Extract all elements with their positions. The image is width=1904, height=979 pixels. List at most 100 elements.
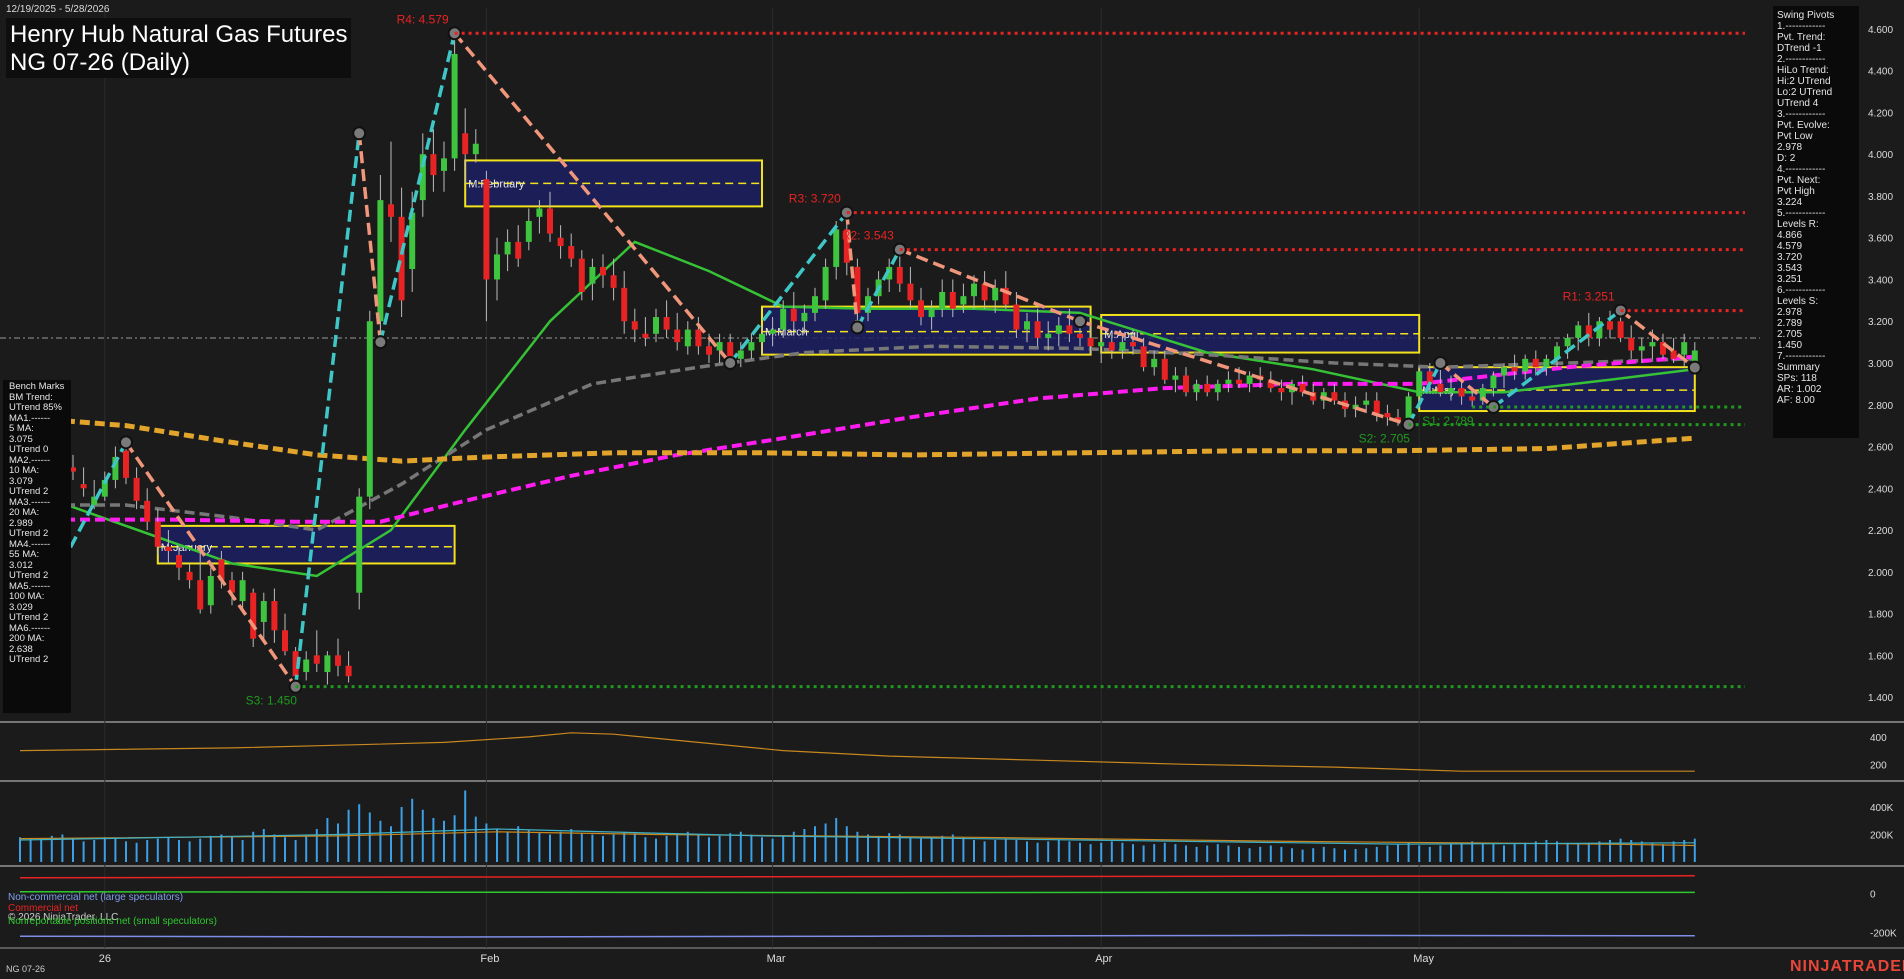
swing-pivots-line: 1.450: [1777, 340, 1803, 351]
candle-body: [663, 317, 670, 330]
swing-pivots-line: 6.------------: [1777, 285, 1826, 296]
candle-body: [366, 321, 373, 497]
candle-body: [812, 296, 818, 313]
bench-marks-line: UTrend 2: [9, 654, 49, 665]
level-label: S1: 2.789: [1422, 414, 1474, 428]
swing-pivots-line: 4.579: [1777, 241, 1803, 252]
candle-body: [133, 477, 140, 501]
candle-body: [1130, 342, 1136, 347]
candle-body: [568, 246, 575, 259]
legend-noncommercial: Non-commercial net (large speculators): [8, 892, 184, 903]
candle-body: [1024, 321, 1030, 330]
swing-pivots-line: 4.866: [1777, 230, 1803, 241]
swing-pivots-line: HiLo Trend:: [1777, 65, 1829, 76]
candle-body: [822, 266, 829, 301]
time-tick-label: 26: [99, 953, 111, 965]
price-tick-label: 3.600: [1868, 234, 1893, 245]
candle-body: [1087, 337, 1094, 347]
candle-body: [176, 555, 182, 568]
candle-body: [1161, 358, 1168, 380]
bench-marks-line: 20 MA:: [9, 507, 40, 518]
bench-marks-line: 5 MA:: [9, 423, 34, 434]
candle-body: [1098, 342, 1105, 347]
panel-tick-label: 400: [1870, 733, 1887, 744]
candle-body: [525, 221, 532, 242]
bench-marks-line: 10 MA:: [9, 465, 40, 476]
price-tick-label: 3.200: [1868, 317, 1893, 328]
candle-body: [1236, 379, 1242, 384]
swing-pivots-line: 7.------------: [1777, 351, 1826, 362]
swing-pivots-line: Lo:2 UTrend: [1777, 87, 1833, 98]
candle-body: [1437, 383, 1444, 393]
candle-body: [1034, 321, 1041, 338]
bench-marks-line: 200 MA:: [9, 633, 45, 644]
candle-body: [250, 592, 257, 639]
candle-body: [1108, 342, 1115, 351]
level-label: R2: 3.543: [842, 229, 894, 243]
swing-line: [293, 133, 361, 687]
swing-line: [378, 32, 457, 343]
swing-pivots-panel: Swing Pivots 1.------------ Pvt. Trend: DTr…: [1773, 6, 1859, 438]
candle-body: [928, 308, 935, 318]
cot-net-line: [19, 934, 1695, 938]
swing-pivots-line: 3.251: [1777, 274, 1803, 285]
candle-body: [1077, 333, 1083, 338]
time-tick-label: Apr: [1095, 953, 1112, 965]
candle-body: [1172, 375, 1179, 380]
month-box-label: M:February: [468, 178, 525, 190]
swing-pivots-line: AR: 1.002: [1777, 384, 1822, 395]
level-label: R3: 3.720: [789, 192, 841, 206]
bench-marks-line: 55 MA:: [9, 549, 40, 560]
bench-marks-line: Bench Marks: [9, 381, 65, 392]
candle-body: [1638, 346, 1645, 351]
candle-body: [1469, 396, 1476, 401]
price-tick-label: 4.600: [1868, 25, 1893, 36]
swing-pivots-line: Pvt. Trend:: [1777, 32, 1826, 43]
candle-body: [992, 287, 999, 301]
swing-pivots-line: Pvt Low: [1777, 131, 1813, 142]
candle-body: [1066, 325, 1073, 334]
candle-body: [303, 659, 310, 673]
chart-title: Henry Hub Natural Gas Futures: [10, 21, 348, 48]
candle-body: [1617, 321, 1624, 338]
price-tick-label: 3.000: [1868, 359, 1893, 370]
candle-body: [1564, 337, 1571, 347]
chart-subtitle: NG 07-26 (Daily): [10, 49, 191, 76]
swing-pivot-dot: [373, 335, 388, 350]
candle-body: [282, 630, 288, 652]
candle-body: [1448, 388, 1454, 393]
swing-pivots-line: AF: 8.00: [1777, 395, 1815, 406]
candle-body: [1045, 333, 1052, 338]
candle-body: [1522, 358, 1529, 372]
bench-marks-line: UTrend 2: [9, 528, 49, 539]
price-tick-label: 1.800: [1868, 610, 1893, 621]
swing-pivots-line: Levels R:: [1777, 219, 1819, 230]
candle-body: [123, 450, 129, 478]
bench-marks-panel: Bench Marks BM Trend: UTrend 85% MA1.------…: [3, 380, 71, 713]
candle-body: [515, 241, 522, 259]
candle-body: [1543, 358, 1550, 368]
candle-body: [1628, 337, 1635, 351]
price-tick-label: 3.800: [1868, 192, 1893, 203]
candle-body: [345, 665, 352, 677]
candle-body: [833, 229, 840, 267]
candle-body: [430, 154, 437, 176]
candle-body: [1575, 325, 1582, 338]
candle-body: [907, 283, 914, 301]
swing-pivot-dot: [1433, 356, 1448, 370]
swing-pivots-line: Pvt. Next:: [1777, 175, 1821, 186]
level-label: R4: 4.579: [397, 12, 449, 26]
candle-body: [960, 296, 967, 305]
swing-pivots-line: 3.------------: [1777, 109, 1826, 120]
candle-body: [557, 237, 564, 247]
candle-body: [1225, 379, 1232, 384]
chart-canvas: 4.600 4.400 4.200 4.000 3.800 3.600 3.400 3.200…: [0, 8, 1904, 965]
candle-body: [896, 266, 903, 284]
candle-body: [1511, 367, 1518, 372]
candle-body: [239, 580, 246, 602]
swing-pivot-dot: [723, 356, 738, 370]
candle-body: [451, 53, 458, 159]
panel-tick-label: 400K: [1870, 803, 1894, 814]
price-tick-label: 2.600: [1868, 443, 1893, 454]
swing-pivots-line: 1.------------: [1777, 21, 1826, 32]
